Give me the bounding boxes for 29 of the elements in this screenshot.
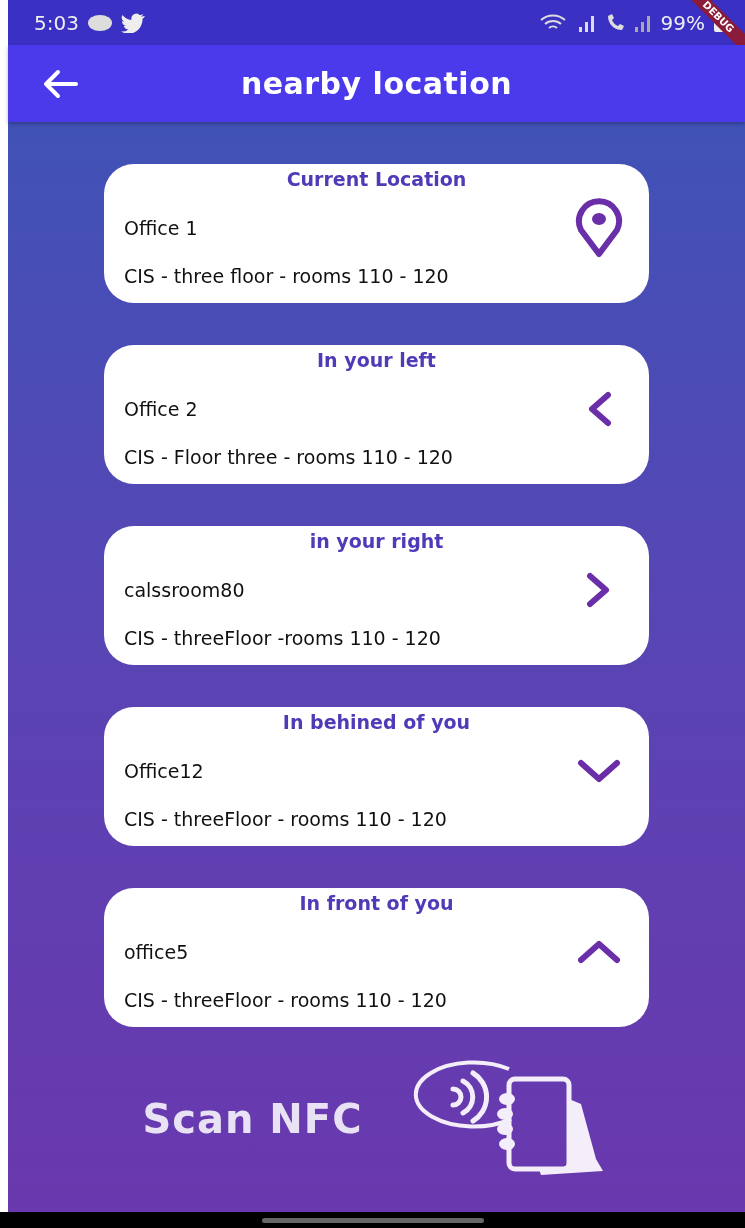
location-card[interactable]: in your right calssroom80 CIS - threeFloor -rooms 110 - 120 [104,526,649,665]
place-name: Office 2 [124,397,199,420]
direction-heading: In your left [316,349,437,371]
location-card[interactable]: In front of you office5 CIS - threeFloor - rooms 110 - 120 [104,888,649,1027]
chevron-down-icon [577,757,621,784]
place-detail: CIS - threeFloor - rooms 110 - 120 [124,989,448,1013]
chevron-up-icon [577,938,621,965]
notification-icon [86,13,113,32]
page-title: nearby location [240,66,513,101]
location-card[interactable]: In your left Office 2 CIS - Floor three - rooms 110 - 120 [104,345,649,484]
scan-nfc-label: Scan NFC [142,1096,363,1142]
status-time: 5:03 [34,10,79,35]
place-name: calssroom80 [124,578,246,601]
location-card[interactable]: In behined of you Office12 CIS - threeFloor - rooms 110 - 120 [104,707,649,846]
place-detail: CIS - threeFloor -rooms 110 - 120 [124,627,442,651]
direction-heading: In behined of you [281,711,472,733]
home-indicator[interactable] [261,1217,484,1223]
direction-heading: in your right [308,530,445,552]
bird-icon [120,12,145,33]
place-detail: CIS - Floor three - rooms 110 - 120 [124,446,454,470]
battery-percent: 99% [660,10,705,35]
direction-heading: In front of you [298,892,455,914]
location-card[interactable]: Current Location Office 1 CIS - three floor - rooms 110 - 120 [104,164,649,303]
place-name: Office12 [124,759,205,782]
place-detail: CIS - threeFloor - rooms 110 - 120 [124,808,448,832]
place-detail: CIS - three floor - rooms 110 - 120 [124,265,450,289]
direction-heading: Current Location [285,168,468,190]
place-name: office5 [124,940,190,963]
place-name: Office 1 [124,216,199,239]
